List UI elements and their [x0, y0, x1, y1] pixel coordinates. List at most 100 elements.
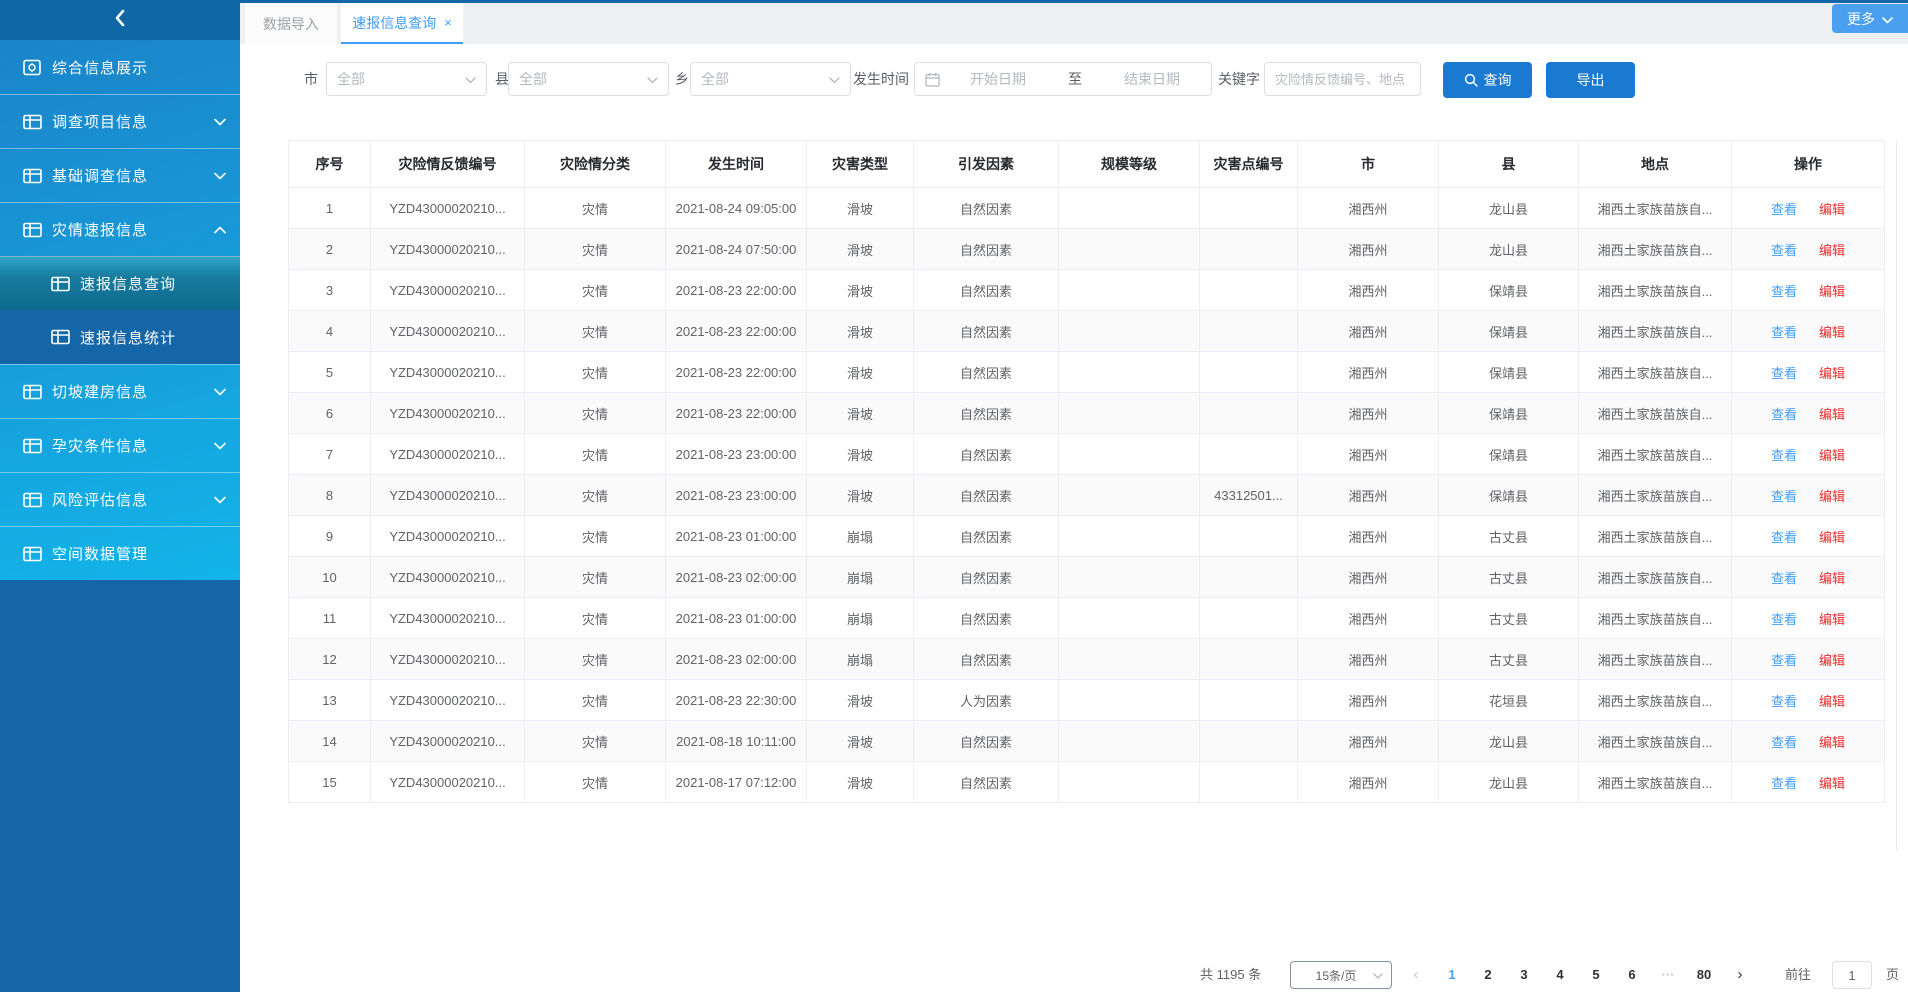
keyword-input[interactable] [1264, 62, 1421, 96]
table-cell: 43312501... [1200, 475, 1298, 516]
table-cell: 保靖县 [1439, 311, 1579, 352]
sidebar-item-7[interactable]: 空间数据管理 [0, 526, 240, 580]
page-unit-label: 页 [1886, 961, 1899, 989]
edit-link[interactable]: 编辑 [1819, 776, 1845, 791]
view-link[interactable]: 查看 [1771, 694, 1797, 709]
table-cell: 自然因素 [914, 639, 1059, 680]
next-page-button[interactable]: › [1725, 961, 1755, 989]
page-number-3[interactable]: 3 [1509, 961, 1539, 989]
table-cell: YZD43000020210... [371, 516, 525, 557]
view-link[interactable]: 查看 [1771, 571, 1797, 586]
page-number-2[interactable]: 2 [1473, 961, 1503, 989]
edit-link[interactable]: 编辑 [1819, 735, 1845, 750]
table-cell: 自然因素 [914, 721, 1059, 762]
start-date-placeholder[interactable]: 开始日期 [954, 69, 1042, 89]
more-pages-ellipsis[interactable]: ··· [1653, 961, 1683, 989]
sidebar-subitem-1[interactable]: 速报信息统计 [0, 310, 240, 364]
chevron-down-icon [465, 71, 476, 87]
actions-cell: 查看 编辑 [1732, 516, 1885, 557]
table-cell: 2021-08-23 02:00:00 [666, 639, 807, 680]
town-select[interactable]: 全部 [690, 62, 851, 96]
sidebar-item-0[interactable]: 综合信息展示 [0, 40, 240, 94]
end-date-placeholder[interactable]: 结束日期 [1108, 69, 1196, 89]
edit-link[interactable]: 编辑 [1819, 694, 1845, 709]
table-cell: 自然因素 [914, 188, 1059, 229]
view-link[interactable]: 查看 [1771, 407, 1797, 422]
page-number-5[interactable]: 5 [1581, 961, 1611, 989]
prev-page-button[interactable]: ‹ [1401, 961, 1431, 989]
sidebar-item-2[interactable]: 基础调查信息 [0, 148, 240, 202]
edit-link[interactable]: 编辑 [1819, 530, 1845, 545]
search-button[interactable]: 查询 [1443, 62, 1532, 98]
page-size-select[interactable]: 15条/页 [1290, 961, 1392, 989]
sidebar-item-3[interactable]: 灾情速报信息 [0, 202, 240, 256]
sidebar-item-4[interactable]: 切坡建房信息 [0, 364, 240, 418]
edit-link[interactable]: 编辑 [1819, 448, 1845, 463]
edit-link[interactable]: 编辑 [1819, 284, 1845, 299]
table-cell: 2021-08-23 22:00:00 [666, 311, 807, 352]
page-number-6[interactable]: 6 [1617, 961, 1647, 989]
edit-link[interactable]: 编辑 [1819, 571, 1845, 586]
table-cell: 灾情 [525, 475, 666, 516]
table-cell: 7 [289, 434, 371, 475]
edit-link[interactable]: 编辑 [1819, 407, 1845, 422]
table-cell: 龙山县 [1439, 188, 1579, 229]
close-icon[interactable]: × [444, 15, 452, 30]
edit-link[interactable]: 编辑 [1819, 325, 1845, 340]
page-number-1[interactable]: 1 [1437, 961, 1467, 989]
column-header: 市 [1298, 141, 1439, 188]
edit-link[interactable]: 编辑 [1819, 653, 1845, 668]
view-link[interactable]: 查看 [1771, 530, 1797, 545]
edit-link[interactable]: 编辑 [1819, 366, 1845, 381]
edit-link[interactable]: 编辑 [1819, 202, 1845, 217]
column-header: 引发因素 [914, 141, 1059, 188]
edit-link[interactable]: 编辑 [1819, 612, 1845, 627]
column-header: 县 [1439, 141, 1579, 188]
search-button-label: 查询 [1484, 70, 1512, 90]
table-cell: 湘西州 [1298, 311, 1439, 352]
page-number-80[interactable]: 80 [1689, 961, 1719, 989]
tab-data-import[interactable]: 数据导入 [245, 3, 337, 44]
view-link[interactable]: 查看 [1771, 612, 1797, 627]
scrollbar-track[interactable] [1896, 140, 1897, 850]
view-link[interactable]: 查看 [1771, 243, 1797, 258]
sidebar-subitem-0[interactable]: 速报信息查询 [0, 256, 240, 310]
view-link[interactable]: 查看 [1771, 284, 1797, 299]
view-link[interactable]: 查看 [1771, 325, 1797, 340]
sidebar-subitem-label: 速报信息查询 [80, 273, 226, 294]
view-link[interactable]: 查看 [1771, 448, 1797, 463]
table-cell: YZD43000020210... [371, 393, 525, 434]
goto-page-input[interactable] [1832, 961, 1872, 989]
view-link[interactable]: 查看 [1771, 653, 1797, 668]
view-link[interactable]: 查看 [1771, 366, 1797, 381]
edit-link[interactable]: 编辑 [1819, 489, 1845, 504]
city-select[interactable]: 全部 [326, 62, 487, 96]
page-number-4[interactable]: 4 [1545, 961, 1575, 989]
table-row: 11YZD43000020210...灾情2021-08-23 01:00:00… [289, 598, 1885, 639]
export-button[interactable]: 导出 [1546, 62, 1635, 98]
county-select[interactable]: 全部 [508, 62, 669, 96]
table-cell: 4 [289, 311, 371, 352]
table-cell: 14 [289, 721, 371, 762]
table-cell: 13 [289, 680, 371, 721]
sidebar-item-5[interactable]: 孕灾条件信息 [0, 418, 240, 472]
view-link[interactable]: 查看 [1771, 735, 1797, 750]
sidebar-item-1[interactable]: 调查项目信息 [0, 94, 240, 148]
county-filter-label: 县 [495, 62, 509, 96]
table-row: 13YZD43000020210...灾情2021-08-23 22:30:00… [289, 680, 1885, 721]
view-link[interactable]: 查看 [1771, 776, 1797, 791]
actions-cell: 查看 编辑 [1732, 721, 1885, 762]
table-cell: YZD43000020210... [371, 434, 525, 475]
date-range-picker[interactable]: 开始日期 至 结束日期 [914, 62, 1212, 96]
view-link[interactable]: 查看 [1771, 489, 1797, 504]
table-icon [22, 112, 42, 132]
edit-link[interactable]: 编辑 [1819, 243, 1845, 258]
tab-report-query[interactable]: 速报信息查询 × [341, 3, 463, 44]
more-button[interactable]: 更多 [1832, 4, 1908, 33]
sidebar-item-6[interactable]: 风险评估信息 [0, 472, 240, 526]
table-cell [1200, 393, 1298, 434]
view-link[interactable]: 查看 [1771, 202, 1797, 217]
sidebar-collapse-button[interactable] [0, 0, 240, 40]
table-cell: 8 [289, 475, 371, 516]
table-cell: 自然因素 [914, 229, 1059, 270]
